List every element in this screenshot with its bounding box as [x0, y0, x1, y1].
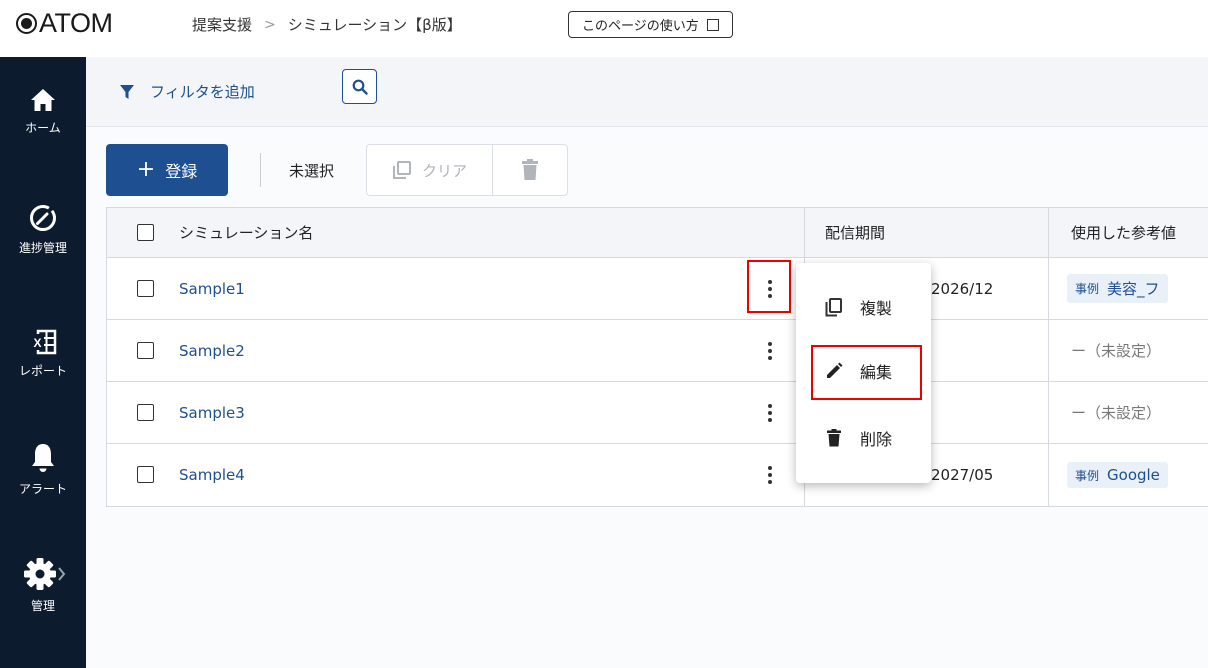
logo-text: ATOM [39, 8, 113, 38]
filter-bar: フィルタを追加 [86, 57, 1208, 127]
row-menu-button[interactable] [758, 401, 782, 425]
gear-icon [24, 558, 66, 590]
menu-item-label: 削除 [860, 430, 893, 449]
progress-icon [30, 205, 56, 231]
add-filter-button[interactable]: フィルタを追加 [120, 81, 255, 102]
sidebar: ホーム 進捗管理 X レポート アラート 管理 [0, 57, 86, 668]
select-all-checkbox[interactable] [137, 223, 154, 241]
clear-label: クリア [422, 161, 468, 180]
action-toolbar: + 登録 未選択 クリア [106, 144, 569, 196]
menu-item-label: 複製 [860, 299, 893, 318]
kebab-dot [768, 466, 772, 470]
unset-value: ー（未設定） [1071, 342, 1162, 360]
search-button[interactable] [342, 69, 377, 104]
simulation-name-link[interactable]: Sample1 [179, 258, 245, 319]
period-value: 2027/05 [931, 466, 994, 484]
reference-type: 事例 [1075, 468, 1100, 483]
plus-icon: + [136, 157, 156, 182]
reference-tag[interactable]: 事例 美容_フ [1067, 274, 1168, 303]
sidebar-item-report[interactable]: X レポート [0, 328, 86, 379]
menu-item-delete[interactable]: 削除 [796, 408, 931, 468]
excel-report-icon: X [31, 329, 57, 355]
row-checkbox[interactable] [137, 403, 154, 421]
reference-cell: ー（未設定） [1048, 382, 1208, 443]
help-link-label: このページの使い方 [582, 19, 699, 34]
table-row[interactable]: Sample2 ー（未設定） [107, 320, 1208, 382]
reference-cell: 事例 Google [1048, 444, 1208, 506]
kebab-dot [768, 403, 772, 408]
table-row[interactable]: Sample3 ー（未設定） [107, 382, 1208, 444]
sidebar-item-label: アラート [18, 482, 67, 496]
unset-value: ー（未設定） [1071, 404, 1162, 422]
svg-text:X: X [33, 336, 41, 350]
row-checkbox[interactable] [137, 466, 154, 483]
sidebar-item-label: 進捗管理 [18, 241, 67, 255]
kebab-dot [768, 473, 772, 477]
kebab-dot [768, 417, 772, 422]
add-filter-label: フィルタを追加 [150, 83, 255, 101]
sidebar-item-label: 管理 [30, 599, 55, 613]
bell-icon [32, 444, 54, 472]
home-icon [31, 89, 55, 111]
kebab-dot [768, 480, 772, 484]
logo-mark-icon [16, 13, 37, 34]
breadcrumb-separator: > [264, 16, 276, 33]
table-row[interactable]: Sample1 2026/12 事例 美容_フ [107, 258, 1208, 320]
register-label: 登録 [165, 162, 198, 181]
column-header-period[interactable]: 配信期間 [804, 208, 1048, 257]
kebab-dot [768, 341, 772, 346]
clear-button[interactable]: クリア [367, 145, 494, 195]
top-header: ATOM 提案支援 > シミュレーション【β版】 このページの使い方 [0, 0, 1208, 57]
selection-status: 未選択 [289, 161, 335, 180]
sidebar-item-label: レポート [18, 364, 67, 378]
period-value: 2026/12 [931, 279, 994, 298]
reference-tag[interactable]: 事例 Google [1067, 462, 1168, 488]
breadcrumb: 提案支援 > シミュレーション【β版】 [192, 14, 462, 35]
simulation-name-link[interactable]: Sample3 [179, 382, 245, 443]
clear-copy-icon [393, 161, 411, 179]
copy-icon [824, 297, 844, 317]
reference-cell: ー（未設定） [1048, 320, 1208, 381]
row-menu-button[interactable] [758, 463, 782, 487]
column-header-reference[interactable]: 使用した参考値 [1048, 208, 1208, 257]
reference-type: 事例 [1075, 282, 1100, 296]
menu-item-duplicate[interactable]: 複製 [796, 277, 931, 337]
reference-value: Google [1107, 466, 1160, 484]
sidebar-item-home[interactable]: ホーム [0, 87, 86, 136]
trash-icon [522, 159, 539, 180]
column-header-name[interactable]: シミュレーション名 [179, 208, 313, 257]
row-checkbox[interactable] [137, 279, 154, 297]
sidebar-item-alert[interactable]: アラート [0, 442, 86, 497]
app-logo[interactable]: ATOM [16, 8, 113, 39]
sidebar-item-label: ホーム [25, 121, 61, 135]
toolbar-divider [260, 153, 261, 187]
kebab-highlight-box [747, 260, 791, 313]
kebab-dot [768, 348, 772, 353]
sidebar-item-progress[interactable]: 進捗管理 [0, 203, 86, 256]
reference-value: 美容_フ [1107, 280, 1160, 298]
kebab-dot [768, 410, 772, 415]
register-button[interactable]: + 登録 [106, 144, 228, 196]
sidebar-item-admin[interactable]: 管理 [0, 557, 86, 614]
kebab-dot [768, 355, 772, 360]
filter-icon [120, 84, 134, 99]
row-menu-button[interactable] [758, 339, 782, 363]
breadcrumb-item-simulation: シミュレーション【β版】 [287, 16, 462, 34]
help-link-button[interactable]: このページの使い方 [568, 11, 733, 38]
table-row[interactable]: Sample4 2027/05 事例 Google [107, 444, 1208, 506]
external-link-icon [706, 18, 719, 31]
reference-cell: 事例 美容_フ [1048, 258, 1208, 319]
main-content: フィルタを追加 + 登録 未選択 クリア シミュレーション名 配信期間 使用した… [86, 57, 1208, 668]
breadcrumb-item-proposal[interactable]: 提案支援 [192, 14, 252, 35]
delete-selected-button[interactable] [493, 145, 567, 195]
trash-icon [824, 429, 844, 447]
simulation-name-link[interactable]: Sample2 [179, 320, 245, 381]
simulation-table: シミュレーション名 配信期間 使用した参考値 Sample1 2026/12 事… [106, 207, 1208, 507]
search-icon [352, 79, 368, 95]
simulation-name-link[interactable]: Sample4 [179, 444, 245, 506]
table-header-row: シミュレーション名 配信期間 使用した参考値 [107, 208, 1208, 258]
row-checkbox[interactable] [137, 341, 154, 359]
edit-highlight-box [811, 345, 922, 400]
bulk-action-group: クリア [366, 144, 569, 196]
